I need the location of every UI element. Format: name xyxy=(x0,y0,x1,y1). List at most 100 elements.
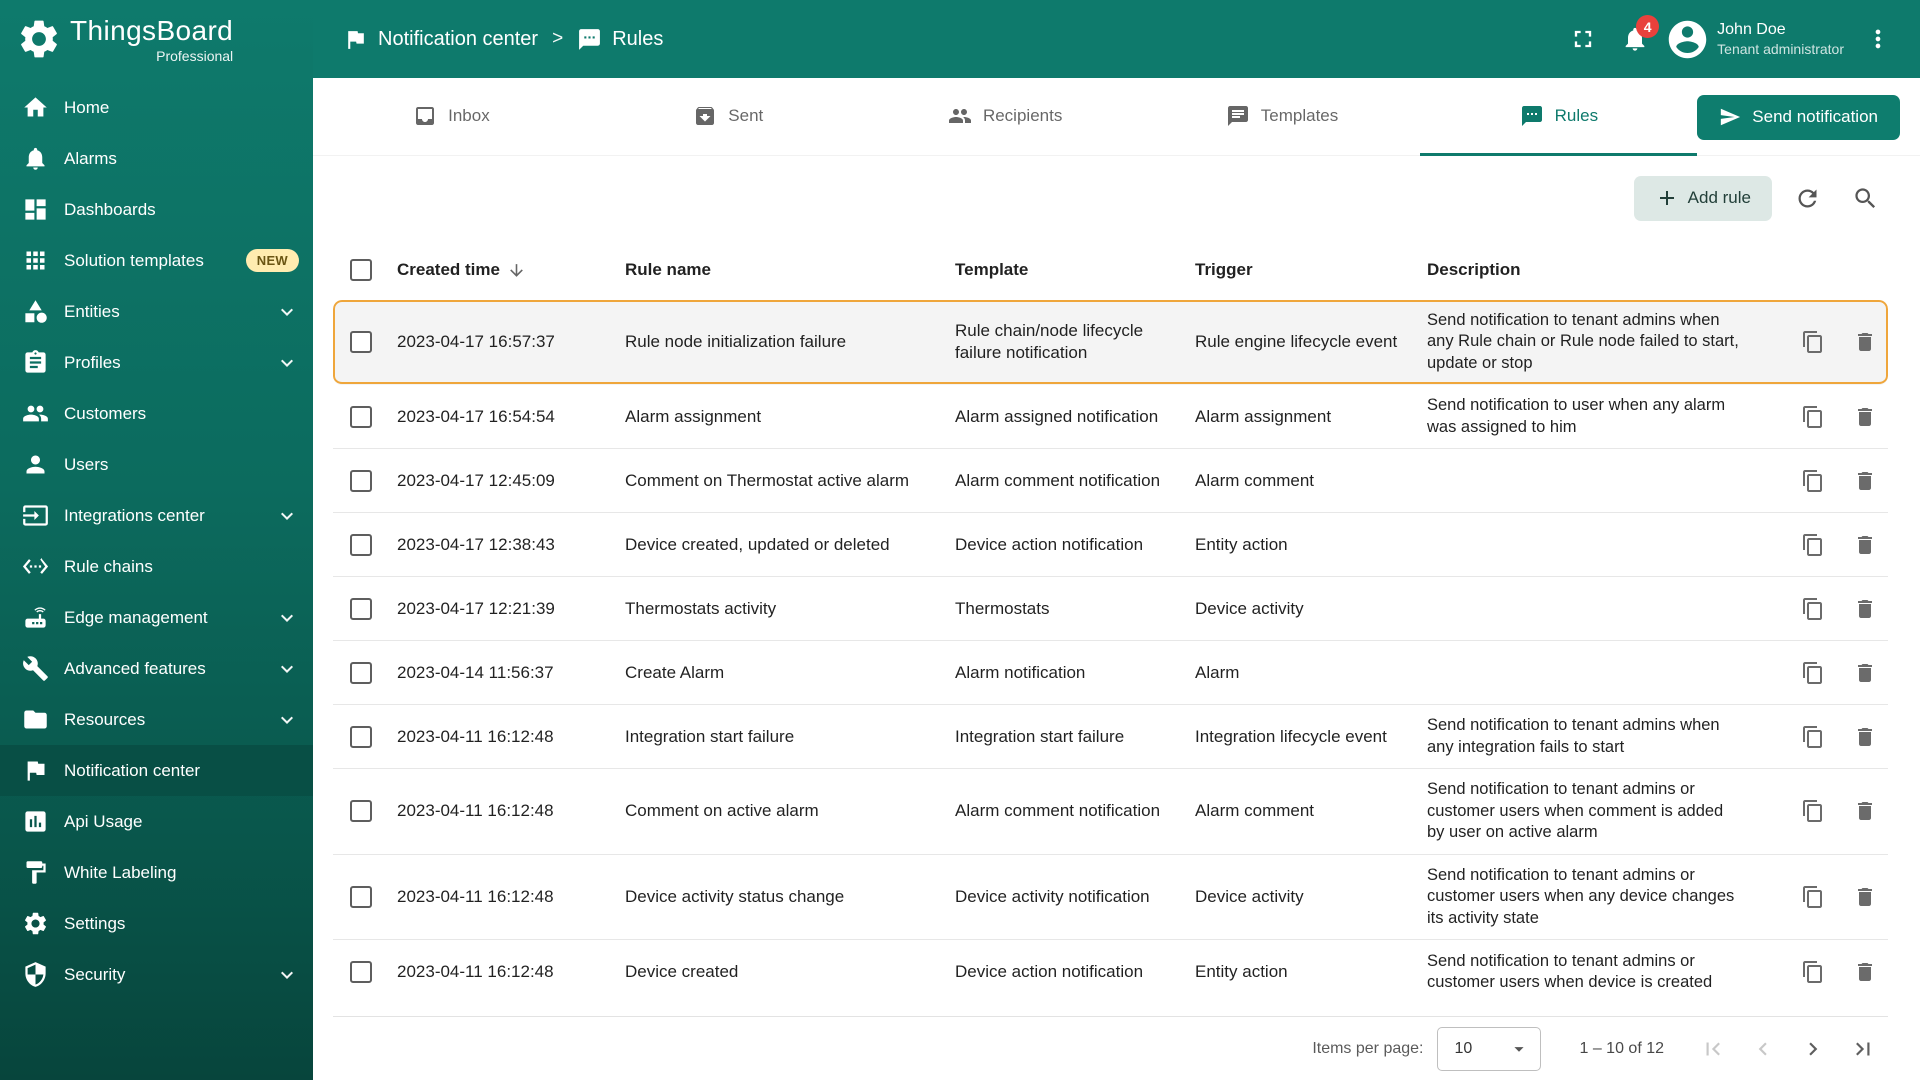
copy-rule-button[interactable] xyxy=(1792,396,1834,438)
refresh-button[interactable] xyxy=(1784,175,1830,221)
copy-rule-button[interactable] xyxy=(1792,652,1834,694)
row-checkbox[interactable] xyxy=(350,726,372,748)
sidebar-item-integrations-center[interactable]: Integrations center xyxy=(0,490,313,541)
copy-rule-button[interactable] xyxy=(1792,876,1834,918)
delete-rule-button[interactable] xyxy=(1844,790,1886,832)
items-per-page-select[interactable]: 10 xyxy=(1437,1027,1541,1071)
tab-list: InboxSentRecipients Templates Rules xyxy=(313,78,1697,156)
sidebar-item-home[interactable]: Home xyxy=(0,82,313,133)
delete-rule-button[interactable] xyxy=(1844,321,1886,363)
sidebar-item-advanced-features[interactable]: Advanced features xyxy=(0,643,313,694)
sidebar-item-edge-management[interactable]: Edge management xyxy=(0,592,313,643)
delete-rule-button[interactable] xyxy=(1844,876,1886,918)
tab-inbox[interactable]: Inbox xyxy=(313,78,590,156)
delete-rule-button[interactable] xyxy=(1844,524,1886,566)
sidebar-item-rule-chains[interactable]: Rule chains xyxy=(0,541,313,592)
breadcrumb-rules[interactable]: Rules xyxy=(577,27,663,52)
tab-label: Rules xyxy=(1555,106,1598,126)
copy-rule-button[interactable] xyxy=(1792,951,1834,993)
copy-rule-button[interactable] xyxy=(1792,716,1834,758)
column-header-trigger[interactable]: Trigger xyxy=(1195,249,1427,291)
cell-trigger: Entity action xyxy=(1195,524,1427,566)
first-page-button[interactable] xyxy=(1688,1024,1738,1074)
cell-created-time: 2023-04-14 11:56:37 xyxy=(397,652,625,694)
sidebar-item-security[interactable]: Security xyxy=(0,949,313,1000)
notifications-button[interactable]: 4 xyxy=(1609,13,1661,65)
table-header-row: Created time Rule name Template Trigger … xyxy=(333,240,1888,300)
table-row[interactable]: 2023-04-11 16:12:48Comment on active ala… xyxy=(333,769,1888,854)
more-menu-button[interactable] xyxy=(1852,13,1904,65)
column-header-rule-name[interactable]: Rule name xyxy=(625,249,955,291)
row-checkbox[interactable] xyxy=(350,406,372,428)
delete-rule-button[interactable] xyxy=(1844,396,1886,438)
delete-rule-button[interactable] xyxy=(1844,460,1886,502)
pagination-range: 1 – 10 of 12 xyxy=(1579,1040,1664,1058)
delete-rule-button[interactable] xyxy=(1844,588,1886,630)
fullscreen-button[interactable] xyxy=(1557,13,1609,65)
sidebar-item-users[interactable]: Users xyxy=(0,439,313,490)
table-row[interactable]: 2023-04-11 16:12:48Device createdDevice … xyxy=(333,940,1888,1004)
tab-sent[interactable]: Sent xyxy=(590,78,867,156)
row-checkbox[interactable] xyxy=(350,961,372,983)
search-button[interactable] xyxy=(1842,175,1888,221)
row-checkbox[interactable] xyxy=(350,331,372,353)
sidebar-item-resources[interactable]: Resources xyxy=(0,694,313,745)
copy-rule-button[interactable] xyxy=(1792,524,1834,566)
tab-recipients[interactable]: Recipients xyxy=(867,78,1144,156)
tab-label: Templates xyxy=(1261,106,1338,126)
tab-rules[interactable]: Rules xyxy=(1420,78,1697,156)
column-header-template[interactable]: Template xyxy=(955,249,1195,291)
cell-template: Alarm assigned notification xyxy=(955,396,1195,438)
row-checkbox[interactable] xyxy=(350,534,372,556)
delete-rule-button[interactable] xyxy=(1844,951,1886,993)
delete-rule-button[interactable] xyxy=(1844,652,1886,694)
table-row[interactable]: 2023-04-17 12:21:39Thermostats activityT… xyxy=(333,577,1888,641)
sort-desc-icon xyxy=(507,261,526,280)
copy-rule-button[interactable] xyxy=(1792,588,1834,630)
table-row[interactable]: 2023-04-17 12:45:09Comment on Thermostat… xyxy=(333,449,1888,513)
copy-rule-button[interactable] xyxy=(1792,321,1834,363)
select-all-checkbox[interactable] xyxy=(350,259,372,281)
breadcrumb-notification-center[interactable]: Notification center xyxy=(343,27,538,52)
row-checkbox[interactable] xyxy=(350,800,372,822)
table-row[interactable]: 2023-04-11 16:12:48Integration start fai… xyxy=(333,705,1888,769)
user-avatar[interactable] xyxy=(1661,13,1713,65)
sidebar-item-settings[interactable]: Settings xyxy=(0,898,313,949)
previous-page-button[interactable] xyxy=(1738,1024,1788,1074)
advanced-features-icon xyxy=(22,655,49,682)
sidebar-item-dashboards[interactable]: Dashboards xyxy=(0,184,313,235)
send-notification-button[interactable]: Send notification xyxy=(1697,95,1900,140)
last-page-button[interactable] xyxy=(1838,1024,1888,1074)
next-page-button[interactable] xyxy=(1788,1024,1838,1074)
last-page-icon xyxy=(1850,1036,1876,1062)
row-checkbox[interactable] xyxy=(350,470,372,492)
copy-icon xyxy=(1801,533,1825,557)
table-row[interactable]: 2023-04-14 11:56:37Create AlarmAlarm not… xyxy=(333,641,1888,705)
table-row[interactable]: 2023-04-17 16:54:54Alarm assignmentAlarm… xyxy=(333,385,1888,449)
table-row[interactable]: 2023-04-11 16:12:48Device activity statu… xyxy=(333,855,1888,940)
sidebar-item-entities[interactable]: Entities xyxy=(0,286,313,337)
tab-templates[interactable]: Templates xyxy=(1144,78,1421,156)
sidebar-item-label: Dashboards xyxy=(64,200,299,220)
table-row[interactable]: 2023-04-17 12:38:43Device created, updat… xyxy=(333,513,1888,577)
delete-rule-button[interactable] xyxy=(1844,716,1886,758)
sidebar-item-api-usage[interactable]: Api Usage xyxy=(0,796,313,847)
copy-rule-button[interactable] xyxy=(1792,790,1834,832)
row-checkbox[interactable] xyxy=(350,886,372,908)
sidebar-item-solution-templates[interactable]: Solution templatesNEW xyxy=(0,235,313,286)
column-header-created-time[interactable]: Created time xyxy=(397,249,625,291)
sidebar-item-notification-center[interactable]: Notification center xyxy=(0,745,313,796)
sidebar-item-profiles[interactable]: Profiles xyxy=(0,337,313,388)
sidebar-item-alarms[interactable]: Alarms xyxy=(0,133,313,184)
sidebar-item-white-labeling[interactable]: White Labeling xyxy=(0,847,313,898)
add-rule-button[interactable]: Add rule xyxy=(1634,176,1772,221)
column-header-description[interactable]: Description xyxy=(1427,249,1758,291)
sidebar-item-customers[interactable]: Customers xyxy=(0,388,313,439)
table-row[interactable]: 2023-04-17 16:57:37Rule node initializat… xyxy=(333,300,1888,385)
row-checkbox[interactable] xyxy=(350,662,372,684)
copy-rule-button[interactable] xyxy=(1792,460,1834,502)
copy-icon xyxy=(1801,469,1825,493)
thingsboard-logo[interactable]: ThingsBoard Professional xyxy=(0,0,313,78)
row-checkbox[interactable] xyxy=(350,598,372,620)
notification-center-icon xyxy=(343,27,368,52)
